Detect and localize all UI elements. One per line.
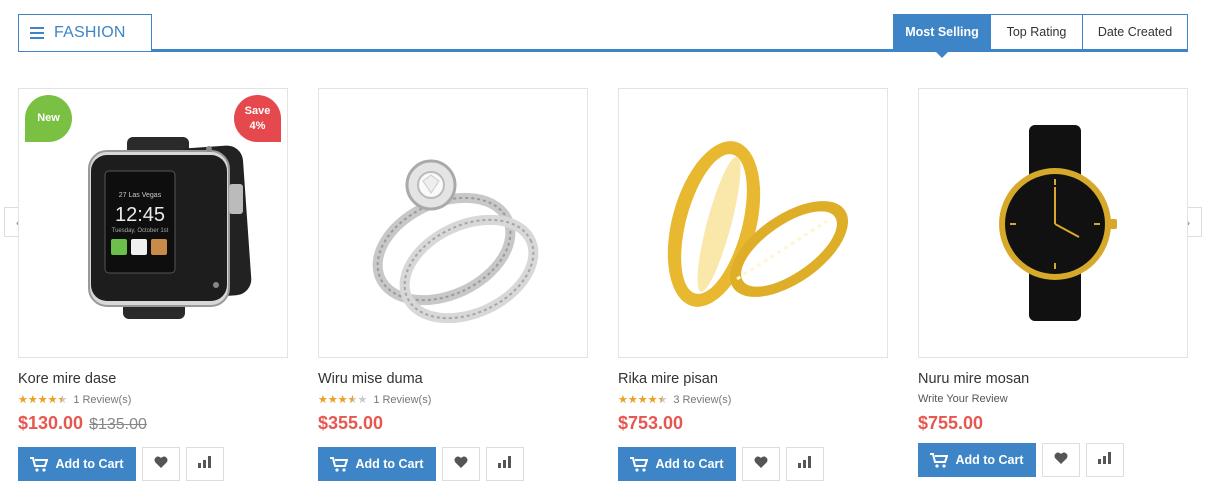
add-to-cart-button[interactable]: Add to Cart xyxy=(618,447,736,481)
svg-text:12:45: 12:45 xyxy=(115,204,165,226)
star-rating: ★★★★★★★★★★ xyxy=(318,393,368,406)
product-price: $130.00 xyxy=(18,413,84,433)
heart-icon xyxy=(754,455,768,473)
cart-icon xyxy=(30,456,49,472)
cart-icon xyxy=(930,452,949,468)
compare-button[interactable] xyxy=(486,447,524,481)
category-title-box[interactable]: FASHION xyxy=(18,14,152,51)
add-to-cart-button[interactable]: Add to Cart xyxy=(18,447,136,481)
tab-date-created[interactable]: Date Created xyxy=(1083,14,1188,50)
cart-icon xyxy=(630,456,649,472)
add-to-cart-button[interactable]: Add to Cart xyxy=(318,447,436,481)
tab-top-rating[interactable]: Top Rating xyxy=(991,14,1083,50)
heart-icon xyxy=(454,455,468,473)
sort-tabs: Most Selling Top Rating Date Created xyxy=(893,14,1188,58)
bar-chart-icon xyxy=(798,455,812,473)
new-badge: New xyxy=(25,95,72,142)
cart-icon xyxy=(330,456,349,472)
bar-chart-icon xyxy=(1098,451,1112,469)
product-image-link[interactable]: 27 Las Vegas 12:45 Tuesday, October 1st … xyxy=(18,88,288,358)
product-price: $753.00 xyxy=(618,413,684,433)
product-old-price: $135.00 xyxy=(89,416,147,433)
gold-watch-image xyxy=(999,125,1117,321)
product-image-link[interactable] xyxy=(318,88,588,358)
product-price: $355.00 xyxy=(318,413,384,433)
product-actions: Add to Cart xyxy=(318,447,588,481)
wishlist-button[interactable] xyxy=(142,447,180,481)
review-count[interactable]: 3 Review(s) xyxy=(673,394,731,406)
product-card: Nuru mire mosan Write Your Review $755.0… xyxy=(918,88,1188,477)
compare-button[interactable] xyxy=(186,447,224,481)
svg-text:Tuesday, October 1st: Tuesday, October 1st xyxy=(112,228,169,234)
wishlist-button[interactable] xyxy=(442,447,480,481)
add-to-cart-button[interactable]: Add to Cart xyxy=(918,443,1036,477)
price-row: $130.00 $135.00 xyxy=(18,413,288,437)
product-image-link[interactable] xyxy=(618,88,888,358)
category-header: FASHION Most Selling Top Rating Date Cre… xyxy=(18,14,1188,58)
sale-badge: Save 4% xyxy=(234,95,281,142)
diamond-rings-image xyxy=(372,159,539,324)
review-count[interactable]: 1 Review(s) xyxy=(373,394,431,406)
product-actions: Add to Cart xyxy=(918,443,1188,477)
write-review-link[interactable]: Write Your Review xyxy=(918,393,1188,407)
product-price: $755.00 xyxy=(918,413,984,433)
review-count[interactable]: 1 Review(s) xyxy=(73,394,131,406)
star-rating: ★★★★★★★★★★ xyxy=(618,393,668,406)
gold-rings-image xyxy=(667,141,849,307)
star-rating: ★★★★★★★★★★ xyxy=(18,393,68,406)
category-title: FASHION xyxy=(54,24,126,41)
product-actions: Add to Cart xyxy=(18,447,288,481)
product-image-link[interactable] xyxy=(918,88,1188,358)
bar-chart-icon xyxy=(498,455,512,473)
product-card: 27 Las Vegas 12:45 Tuesday, October 1st … xyxy=(18,88,288,481)
wishlist-button[interactable] xyxy=(1042,443,1080,477)
product-card: Wiru mise duma ★★★★★★★★★★ 1 Review(s) $3… xyxy=(318,88,588,481)
product-rating: ★★★★★★★★★★ 1 Review(s) xyxy=(318,393,588,407)
tab-most-selling[interactable]: Most Selling xyxy=(893,14,991,58)
product-name[interactable]: Nuru mire mosan xyxy=(918,371,1188,387)
wishlist-button[interactable] xyxy=(742,447,780,481)
heart-icon xyxy=(1054,451,1068,469)
product-actions: Add to Cart xyxy=(618,447,888,481)
product-name[interactable]: Kore mire dase xyxy=(18,371,288,387)
product-name[interactable]: Rika mire pisan xyxy=(618,371,888,387)
bar-chart-icon xyxy=(198,455,212,473)
heart-icon xyxy=(154,455,168,473)
svg-text:27 Las Vegas: 27 Las Vegas xyxy=(119,192,162,199)
price-row: $755.00 xyxy=(918,413,1188,437)
compare-button[interactable] xyxy=(786,447,824,481)
price-row: $355.00 xyxy=(318,413,588,437)
price-row: $753.00 xyxy=(618,413,888,437)
compare-button[interactable] xyxy=(1086,443,1124,477)
product-rating: ★★★★★★★★★★ 1 Review(s) xyxy=(18,393,288,407)
product-name[interactable]: Wiru mise duma xyxy=(318,371,588,387)
product-card: Rika mire pisan ★★★★★★★★★★ 3 Review(s) $… xyxy=(618,88,888,481)
product-rating: ★★★★★★★★★★ 3 Review(s) xyxy=(618,393,888,407)
menu-icon[interactable] xyxy=(30,27,44,39)
